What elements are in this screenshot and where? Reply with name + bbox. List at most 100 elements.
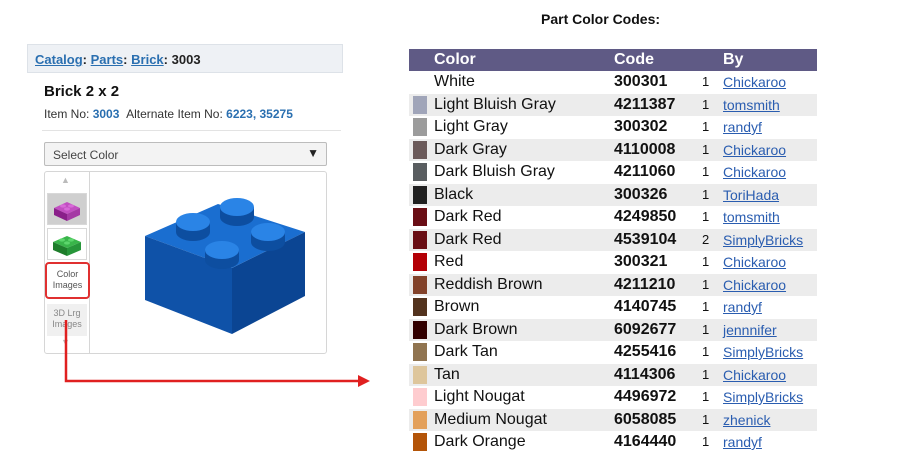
select-color-dropdown[interactable]: Select Color ▼ [44, 142, 327, 166]
submission-count: 1 [702, 74, 710, 89]
color-swatch [413, 118, 427, 136]
submission-count: 1 [702, 254, 710, 269]
alternate-item-values[interactable]: 6223, 35275 [226, 107, 293, 121]
breadcrumb: Catalog: Parts: Brick: 3003 [27, 44, 343, 73]
color-name: Dark Red [434, 208, 502, 225]
color-code: 300321 [614, 253, 668, 270]
submission-count: 1 [702, 186, 710, 202]
color-swatch [413, 253, 427, 271]
submission-count: 1 [702, 366, 710, 382]
submitted-by-link[interactable]: ToriHada [723, 187, 779, 203]
submitted-by-link[interactable]: Chickaroo [723, 254, 786, 270]
color-name: Dark Orange [434, 433, 526, 450]
submission-count: 1 [702, 96, 710, 112]
color-code: 4140745 [614, 298, 677, 315]
submission-count: 1 [702, 411, 710, 427]
table-row: Light Bluish Gray 4211387 1 tomsmith [409, 93, 817, 116]
table-row: Tan 4114306 1 Chickaroo [409, 363, 817, 386]
submitted-by-link[interactable]: SimplyBricks [723, 389, 803, 405]
color-code: 4110008 [614, 140, 676, 158]
header-color: Color [434, 51, 476, 68]
thumbnail-green-brick[interactable] [47, 228, 87, 260]
color-images-label-2: Images [52, 280, 83, 290]
color-name: Dark Tan [434, 343, 498, 360]
submitted-by-link[interactable]: Chickaroo [723, 367, 786, 383]
submitted-by-link[interactable]: randyf [723, 119, 762, 135]
part-color-codes-table: Color Code By White 300301 1 Chickaroo Light… [409, 49, 817, 451]
table-row: Reddish Brown 4211210 1 Chickaroo [409, 273, 817, 296]
submission-count: 2 [702, 231, 710, 247]
breadcrumb-separator: : [82, 52, 88, 67]
color-swatch [413, 365, 427, 384]
color-code: 4496972 [614, 388, 677, 405]
submitted-by-link[interactable]: zhenick [723, 412, 770, 428]
submitted-by-link[interactable]: SimplyBricks [723, 344, 803, 360]
color-code: 4211210 [614, 275, 676, 293]
color-name: Tan [434, 365, 460, 383]
breadcrumb-brick-link[interactable]: Brick [131, 52, 164, 67]
color-swatch [413, 163, 427, 181]
submission-count: 1 [702, 276, 710, 292]
color-images-button[interactable]: Color Images [45, 262, 90, 299]
color-name: Reddish Brown [434, 275, 543, 293]
color-code: 300326 [614, 185, 668, 203]
submitted-by-link[interactable]: tomsmith [723, 209, 780, 225]
table-body: White 300301 1 Chickaroo Light Bluish Gray 42… [409, 71, 817, 451]
color-name: Black [434, 185, 474, 203]
color-swatch [413, 410, 427, 429]
color-name: Dark Bluish Gray [434, 163, 555, 180]
breadcrumb-separator: : [163, 52, 169, 67]
color-name: Brown [434, 298, 480, 315]
submitted-by-link[interactable]: SimplyBricks [723, 232, 803, 248]
submission-count: 1 [702, 141, 710, 157]
color-code: 4249850 [614, 208, 677, 225]
submitted-by-link[interactable]: Chickaroo [723, 277, 786, 293]
color-swatch [413, 208, 427, 226]
color-name: Red [434, 253, 464, 270]
color-name: White [434, 73, 475, 90]
page-title: Brick 2 x 2 [44, 83, 120, 100]
color-swatch [413, 230, 427, 249]
table-row: Dark Red 4249850 1 tomsmith [409, 206, 817, 229]
breadcrumb-current-item: 3003 [171, 52, 201, 67]
header-by: By [723, 51, 744, 68]
color-code: 4255416 [614, 343, 677, 360]
submission-count: 1 [702, 321, 710, 337]
item-no-value: 3003 [92, 107, 120, 121]
submission-count: 1 [702, 434, 710, 449]
submission-count: 1 [702, 209, 710, 224]
header-code: Code [614, 51, 654, 68]
color-name: Dark Red [434, 230, 502, 248]
scroll-up-icon[interactable]: ▲ [61, 175, 70, 185]
table-row: Brown 4140745 1 randyf [409, 296, 817, 319]
submission-count: 1 [702, 299, 710, 314]
color-code: 4211060 [614, 163, 676, 180]
breadcrumb-catalog-link[interactable]: Catalog [35, 52, 83, 67]
color-name: Dark Gray [434, 140, 507, 158]
color-swatch [413, 433, 427, 451]
color-code: 4539104 [614, 230, 677, 248]
submission-count: 1 [702, 119, 710, 134]
chevron-down-icon: ▼ [307, 146, 319, 160]
submission-count: 1 [702, 164, 710, 179]
submitted-by-link[interactable]: jennnifer [723, 322, 777, 338]
color-swatch [413, 320, 427, 339]
table-row: Light Nougat 4496972 1 SimplyBricks [409, 386, 817, 409]
table-row: Red 300321 1 Chickaroo [409, 251, 817, 274]
table-header: Color Code By [409, 49, 817, 71]
color-code: 6058085 [614, 410, 677, 428]
submitted-by-link[interactable]: randyf [723, 299, 762, 315]
color-code: 4164440 [614, 433, 677, 450]
color-name: Dark Brown [434, 320, 518, 338]
submitted-by-link[interactable]: Chickaroo [723, 74, 786, 90]
submitted-by-link[interactable]: Chickaroo [723, 164, 786, 180]
breadcrumb-parts-link[interactable]: Parts [91, 52, 124, 67]
table-row: Dark Orange 4164440 1 randyf [409, 431, 817, 451]
divider [42, 130, 341, 131]
submitted-by-link[interactable]: randyf [723, 434, 762, 450]
submitted-by-link[interactable]: Chickaroo [723, 142, 786, 158]
table-row: Dark Bluish Gray 4211060 1 Chickaroo [409, 161, 817, 184]
thumbnail-magenta-brick[interactable] [47, 193, 87, 225]
submitted-by-link[interactable]: tomsmith [723, 97, 780, 113]
color-name: Light Bluish Gray [434, 95, 556, 113]
